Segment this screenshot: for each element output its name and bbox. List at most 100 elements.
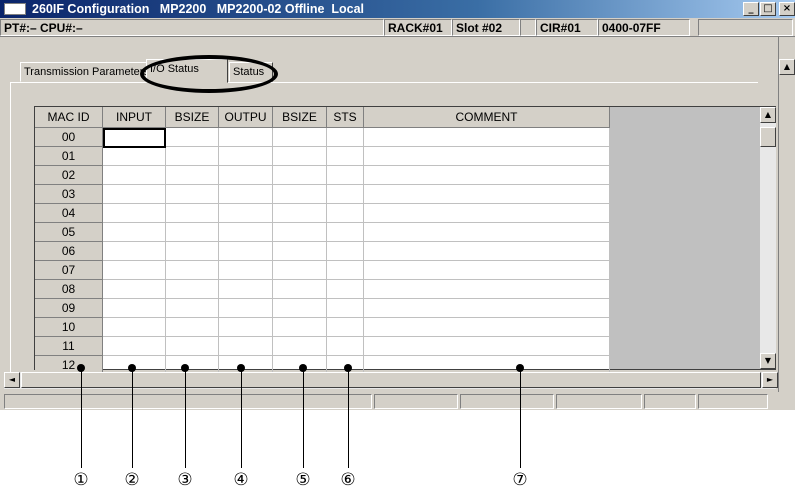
grid-cell[interactable]: [327, 318, 364, 337]
grid-cell[interactable]: [166, 185, 219, 204]
grid-cell[interactable]: [364, 147, 610, 166]
row-header-mac-id[interactable]: 11: [35, 337, 103, 356]
grid-cell[interactable]: [103, 261, 166, 280]
grid-cell[interactable]: [103, 337, 166, 356]
grid-cell[interactable]: [364, 166, 610, 185]
grid-cell[interactable]: [327, 128, 364, 147]
maximize-button[interactable]: □: [760, 2, 776, 16]
grid-cell[interactable]: [166, 318, 219, 337]
grid-cell[interactable]: [219, 166, 273, 185]
grid-cell[interactable]: [364, 337, 610, 356]
grid-cell[interactable]: [273, 147, 327, 166]
horizontal-scrollbar[interactable]: ◄ ►: [4, 372, 778, 389]
grid-cell[interactable]: [327, 147, 364, 166]
grid-cell[interactable]: [166, 128, 219, 147]
grid-cell[interactable]: [364, 223, 610, 242]
column-header-bsize-out[interactable]: BSIZE: [273, 107, 327, 128]
grid-cell[interactable]: [273, 261, 327, 280]
grid-cell[interactable]: [273, 337, 327, 356]
outer-scroll-up-icon[interactable]: ▲: [779, 59, 795, 75]
column-header-comment[interactable]: COMMENT: [364, 107, 610, 128]
grid-cell[interactable]: [273, 242, 327, 261]
grid-cell[interactable]: [273, 128, 327, 147]
grid-cell[interactable]: [219, 147, 273, 166]
tab-transmission-parameters[interactable]: Transmission Parameters: [20, 62, 149, 82]
scroll-up-icon[interactable]: ▲: [760, 107, 776, 123]
grid-cell[interactable]: [166, 280, 219, 299]
row-header-mac-id[interactable]: 06: [35, 242, 103, 261]
scroll-down-icon[interactable]: ▼: [760, 353, 776, 369]
grid-cell[interactable]: [327, 242, 364, 261]
grid-cell[interactable]: [364, 204, 610, 223]
grid-cell[interactable]: [273, 166, 327, 185]
grid-cell[interactable]: [327, 223, 364, 242]
grid-cell[interactable]: [364, 261, 610, 280]
column-header-sts[interactable]: STS: [327, 107, 364, 128]
grid-cell[interactable]: [327, 280, 364, 299]
grid-cell[interactable]: [219, 223, 273, 242]
minimize-button[interactable]: _: [743, 2, 759, 16]
grid-cell[interactable]: [364, 242, 610, 261]
grid-cell[interactable]: [103, 147, 166, 166]
grid-cell[interactable]: [166, 299, 219, 318]
grid-cell[interactable]: [273, 280, 327, 299]
grid-cell[interactable]: [327, 299, 364, 318]
grid-cell[interactable]: [219, 128, 273, 147]
grid-cell[interactable]: [327, 185, 364, 204]
grid-cell[interactable]: [166, 337, 219, 356]
grid-cell[interactable]: [219, 185, 273, 204]
grid-cell[interactable]: [219, 242, 273, 261]
grid-cell[interactable]: [166, 261, 219, 280]
grid-cell[interactable]: [273, 223, 327, 242]
grid-cell[interactable]: [103, 185, 166, 204]
row-header-mac-id[interactable]: 00: [35, 128, 103, 147]
grid-cell[interactable]: [219, 337, 273, 356]
grid-cell[interactable]: [103, 166, 166, 185]
scroll-left-icon[interactable]: ◄: [4, 372, 20, 388]
grid-cell[interactable]: [219, 280, 273, 299]
grid-cell[interactable]: [219, 204, 273, 223]
row-header-mac-id[interactable]: 03: [35, 185, 103, 204]
row-header-mac-id[interactable]: 09: [35, 299, 103, 318]
grid-cell[interactable]: [219, 299, 273, 318]
grid-cell[interactable]: [103, 318, 166, 337]
grid-cell[interactable]: [166, 147, 219, 166]
grid-cell[interactable]: [364, 280, 610, 299]
row-header-mac-id[interactable]: 10: [35, 318, 103, 337]
row-header-mac-id[interactable]: 08: [35, 280, 103, 299]
grid-cell[interactable]: [327, 204, 364, 223]
grid-cell[interactable]: [166, 166, 219, 185]
grid-cell[interactable]: [166, 242, 219, 261]
grid-cell[interactable]: [273, 185, 327, 204]
grid-cell[interactable]: [166, 204, 219, 223]
outer-vertical-scrollbar[interactable]: ▲: [778, 37, 795, 410]
grid-cell[interactable]: [103, 299, 166, 318]
selected-cell[interactable]: [103, 128, 166, 148]
grid-cell[interactable]: [103, 242, 166, 261]
grid-cell[interactable]: [273, 204, 327, 223]
row-header-mac-id[interactable]: 05: [35, 223, 103, 242]
grid-cell[interactable]: [364, 128, 610, 147]
grid-cell[interactable]: [103, 204, 166, 223]
column-header-output[interactable]: OUTPU: [219, 107, 273, 128]
grid-cell[interactable]: [327, 261, 364, 280]
grid-cell[interactable]: [166, 223, 219, 242]
grid-cell[interactable]: [219, 261, 273, 280]
grid-cell[interactable]: [103, 280, 166, 299]
grid-cell[interactable]: [327, 166, 364, 185]
row-header-mac-id[interactable]: 04: [35, 204, 103, 223]
scroll-right-icon[interactable]: ►: [762, 372, 778, 388]
grid-cell[interactable]: [364, 318, 610, 337]
scroll-thumb[interactable]: [760, 127, 776, 147]
grid-cell[interactable]: [219, 318, 273, 337]
close-button[interactable]: ×: [779, 2, 795, 16]
row-header-mac-id[interactable]: 02: [35, 166, 103, 185]
grid-cell[interactable]: [103, 223, 166, 242]
vertical-scrollbar[interactable]: ▲ ▼: [760, 107, 776, 369]
column-header-bsize-in[interactable]: BSIZE: [166, 107, 219, 128]
row-header-mac-id[interactable]: 01: [35, 147, 103, 166]
column-header-mac-id[interactable]: MAC ID: [35, 107, 103, 128]
grid-cell[interactable]: [364, 185, 610, 204]
row-header-mac-id[interactable]: 07: [35, 261, 103, 280]
grid-cell[interactable]: [327, 337, 364, 356]
